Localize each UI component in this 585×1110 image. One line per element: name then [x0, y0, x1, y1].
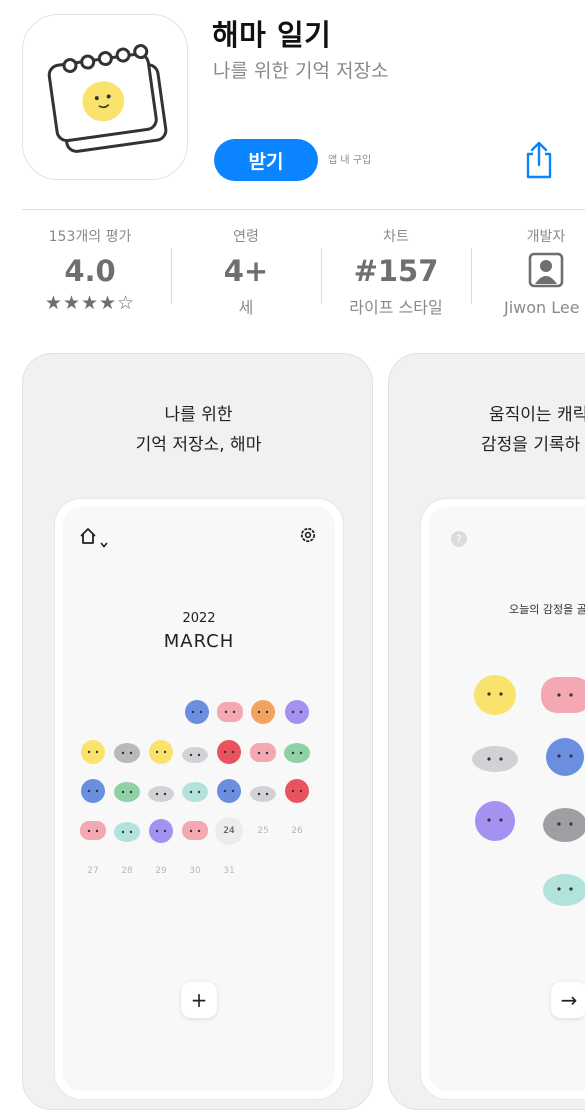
in-app-purchase-label: 앱 내 구입	[328, 155, 372, 166]
add-entry-button[interactable]: +	[181, 982, 217, 1018]
calendar-day[interactable]: 29	[147, 866, 175, 876]
app-icon[interactable]	[22, 14, 188, 180]
phone-frame: ? 오늘의 감정을 골라 →	[421, 499, 585, 1099]
screenshot-2[interactable]: 움직이는 캐릭 감정을 기록하 ? 오늘의 감정을 골라 →	[388, 353, 585, 1110]
calendar-day[interactable]: 31	[215, 866, 243, 876]
gear-icon	[299, 526, 317, 548]
chart-info[interactable]: 차트 #157 라이프 스타일	[334, 226, 458, 318]
rating-value: 4.0	[64, 254, 116, 288]
calendar-day[interactable]: 25	[249, 826, 277, 836]
developer-label: 개발자	[526, 229, 566, 245]
chart-label: 차트	[383, 229, 409, 245]
calendar-day[interactable]: 30	[181, 866, 209, 876]
emotion-choices	[472, 675, 585, 906]
info-divider	[171, 248, 172, 304]
get-button[interactable]: 받기	[214, 139, 318, 181]
calendar-year: 2022	[182, 611, 216, 626]
age-info[interactable]: 연령 4+ 세	[184, 226, 308, 318]
calendar-day[interactable]: 26	[283, 826, 311, 836]
ratings-count-label: 153개의 평가	[48, 229, 132, 245]
age-value: 4+	[223, 254, 269, 288]
person-icon	[490, 252, 585, 292]
header-divider	[22, 209, 585, 210]
developer-info[interactable]: 개발자 Jiwon Lee	[490, 226, 585, 317]
ratings-info[interactable]: 153개의 평가 4.0 ★★★★☆	[22, 226, 158, 314]
calendar-day[interactable]: 27	[79, 866, 107, 876]
chart-rank: #157	[353, 254, 439, 288]
calendar-month: MARCH	[163, 631, 235, 652]
calendar-day[interactable]: 28	[113, 866, 141, 876]
home-icon	[79, 527, 97, 549]
emotion-prompt: 오늘의 감정을 골라	[509, 603, 585, 616]
app-title: 해마 일기	[212, 18, 332, 52]
calendar-face-icon	[47, 44, 168, 153]
age-unit: 세	[238, 298, 254, 317]
rating-stars: ★★★★☆	[44, 292, 136, 314]
info-divider	[321, 248, 322, 304]
next-button[interactable]: →	[551, 982, 585, 1018]
question-icon[interactable]: ?	[451, 531, 467, 547]
screenshot-caption: 나를 위한 기억 저장소, 해마	[135, 405, 262, 455]
chart-category: 라이프 스타일	[349, 298, 443, 317]
developer-name: Jiwon Lee	[504, 298, 580, 317]
info-divider	[471, 248, 472, 304]
phone-frame: 2022 MARCH 24 25 26 27 28 29 30 31 +	[55, 499, 343, 1099]
today-cell[interactable]: 24	[215, 817, 243, 845]
screenshot-1[interactable]: 나를 위한 기억 저장소, 해마 2022 MARCH 24 25 26 27 …	[22, 353, 373, 1110]
app-subtitle: 나를 위한 기억 저장소	[213, 60, 389, 82]
chevron-down-icon	[100, 533, 108, 552]
share-icon[interactable]	[522, 140, 556, 180]
age-label: 연령	[233, 229, 259, 245]
screenshot-caption: 움직이는 캐릭 감정을 기록하	[481, 405, 585, 455]
